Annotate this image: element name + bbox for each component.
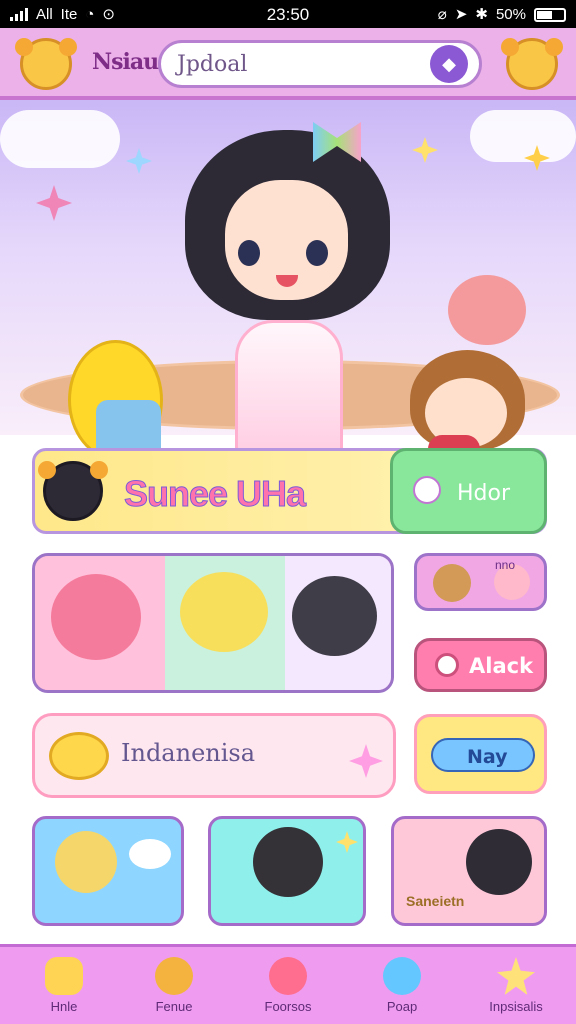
yellow-star-icon xyxy=(412,137,438,163)
nav-chat[interactable]: Foorsos xyxy=(238,957,338,1024)
thumbnail-card-3[interactable]: Saneietn xyxy=(391,816,547,926)
silent-icon: ⌀ xyxy=(437,6,447,23)
character-carousel[interactable] xyxy=(32,553,394,693)
right-eye xyxy=(306,240,328,266)
cloud-icon xyxy=(49,732,109,780)
pink-character xyxy=(51,574,141,660)
play-card[interactable]: Nay xyxy=(414,714,547,794)
nav-favorites[interactable]: Inpsisalis xyxy=(466,957,566,1024)
bear-icon xyxy=(155,957,193,995)
heart-icon xyxy=(435,653,459,677)
banner-avatar xyxy=(38,461,108,521)
mini-bear-icon xyxy=(433,564,471,602)
spiral-icon xyxy=(413,476,441,504)
nav-label-home: Hnle xyxy=(50,999,78,1014)
home-icon xyxy=(45,957,83,995)
featured-action-button[interactable]: Hdor xyxy=(390,448,547,534)
mini-character-card[interactable]: nno xyxy=(414,553,547,611)
friend-avatar[interactable] xyxy=(501,38,563,90)
thumb2-character xyxy=(253,827,323,897)
cloud-left xyxy=(0,110,120,168)
alert-label: Alack xyxy=(469,654,534,678)
nav-label-search: Poap xyxy=(386,999,418,1014)
pink-tile-icon xyxy=(36,185,72,221)
blonde-character xyxy=(180,572,268,652)
name-input[interactable]: Indanenisa xyxy=(32,713,396,798)
nav-search[interactable]: Poap xyxy=(352,957,452,1024)
flower-icon xyxy=(349,744,383,778)
thumb2-star-icon xyxy=(336,831,358,853)
search-value: Jpdoal xyxy=(177,52,248,77)
app-brand: Nsiau xyxy=(92,49,159,75)
nav-label-friends: Fenue xyxy=(155,999,193,1014)
thumb3-label: Saneietn xyxy=(406,893,465,909)
top-app-bar: Nsiau Jpdoal ◆ xyxy=(0,28,576,100)
left-eye xyxy=(238,240,260,266)
bubble-icon xyxy=(269,957,307,995)
featured-action-label: Hdor xyxy=(457,481,511,506)
dark-character xyxy=(292,576,377,656)
nav-home[interactable]: Hnle xyxy=(14,957,114,1024)
bluetooth-icon: ✱ xyxy=(475,6,488,23)
blue-star-icon xyxy=(126,148,152,174)
location-icon: ➤ xyxy=(454,6,468,23)
search-icon xyxy=(383,957,421,995)
status-right: ⌀ ➤ ✱ 50% xyxy=(438,5,566,23)
featured-title: Sunee UHa xyxy=(123,473,306,515)
star-icon xyxy=(497,957,535,995)
battery-icon xyxy=(534,7,566,22)
bottom-navigation: Hnle Fenue Foorsos Poap Inpsisalis xyxy=(0,944,576,1024)
thumbnail-card-2[interactable] xyxy=(208,816,366,926)
cloud-right xyxy=(470,110,576,162)
nav-friends[interactable]: Fenue xyxy=(124,957,224,1024)
hero-scene xyxy=(0,100,576,493)
nav-label-favorites: Inpsisalis xyxy=(489,999,543,1014)
battery-percent: 50% xyxy=(495,5,526,23)
status-bar: All Ite ◔ ⊙ 23:50 ⌀ ➤ ✱ 50% xyxy=(0,0,576,28)
alert-button[interactable]: Alack xyxy=(414,638,547,692)
bear-character xyxy=(448,275,526,345)
profile-avatar[interactable] xyxy=(15,38,77,90)
play-button[interactable]: Nay xyxy=(431,738,535,772)
nav-label-chat: Foorsos xyxy=(264,999,312,1014)
search-action-icon[interactable]: ◆ xyxy=(430,45,468,83)
name-input-value: Indanenisa xyxy=(121,739,256,767)
thumb3-character xyxy=(466,829,532,895)
thumb1-character xyxy=(55,831,117,893)
thumbnail-card-1[interactable] xyxy=(32,816,184,926)
mini-card-label: nno xyxy=(495,558,516,572)
thumb1-cloud xyxy=(129,839,171,869)
